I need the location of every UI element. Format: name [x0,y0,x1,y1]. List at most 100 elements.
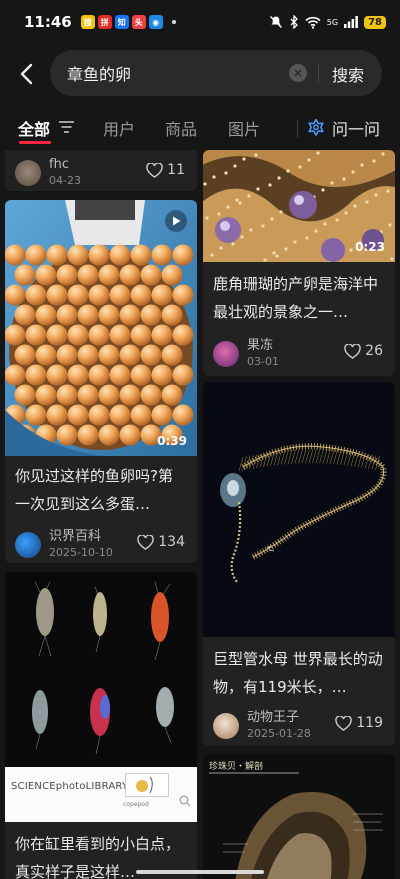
egg-mark [151,404,173,426]
polyp-mark [335,218,339,222]
egg-mark [77,384,99,406]
polyp-mark [249,228,253,232]
egg-mark [35,264,57,286]
search-header: 章鱼的卵 搜索 [0,50,400,98]
post-thumbnail: 0:23 [203,150,395,262]
post-card[interactable]: 0:23 鹿角珊瑚的产卵是海洋中最壮观的景象之一… 果冻 03-01 26 [203,150,395,376]
result-tabs: 全部 用户 商品 图片 问一问 [0,108,400,148]
polyp-mark [388,223,392,227]
polyp-mark [240,235,244,239]
tab-products[interactable]: 商品 [165,116,197,140]
more-notifications-dot [171,20,176,24]
video-duration: 0:23 [355,240,385,254]
egg-mark [119,424,141,446]
polyp-mark [390,257,394,261]
tab-all[interactable]: 全部 [18,116,50,140]
egg-mark [130,404,152,426]
egg-mark [46,324,68,346]
post-card[interactable]: fhc 04-23 11 [5,150,197,191]
egg-mark [67,284,89,306]
post-card[interactable]: SCIENCEphotoLIBRARY copepod 你在缸里看到的小白点，真… [5,572,197,879]
play-icon [172,216,180,226]
search-icon [179,795,191,807]
polyp-mark [293,240,297,244]
heart-icon [335,715,352,731]
polyp-mark [323,222,327,226]
polyp-mark [210,253,214,257]
cell-signal-icon [344,16,358,28]
egg-mark [56,344,78,366]
like-count: 11 [167,162,185,178]
filter-icon[interactable] [59,121,74,133]
like-button[interactable]: 26 [344,343,383,359]
egg-mark [88,324,110,346]
copepod-image [5,572,197,767]
search-input[interactable]: 章鱼的卵 搜索 [50,50,382,96]
polyp-mark [321,188,325,192]
egg-mark [88,244,110,266]
polyp-mark [374,193,378,197]
like-button[interactable]: 119 [335,715,383,731]
battery-indicator: 78 [364,15,386,29]
image-inset-label: copepod [123,801,149,808]
polyp-mark [360,163,364,167]
wifi-icon [305,16,321,29]
like-button[interactable]: 134 [137,534,185,550]
like-button[interactable]: 11 [146,162,185,178]
egg-mark [119,344,141,366]
egg-mark [140,344,162,366]
mute-icon [269,16,282,28]
post-author[interactable]: 动物王子 2025-01-28 [213,710,311,741]
heart-icon [137,534,154,550]
egg-mark [172,404,194,426]
heart-icon [146,162,163,178]
egg-mark [98,304,120,326]
author-name: 果冻 [247,338,274,353]
polyp-mark [212,175,216,179]
egg-mark [161,344,183,366]
polyp-mark [275,254,279,258]
egg-mark [151,364,173,386]
polyp-mark [279,210,283,214]
post-author[interactable]: fhc 04-23 [15,157,81,188]
polyp-mark [307,158,311,162]
egg-mark [109,404,131,426]
egg-mark [46,284,68,306]
egg-mark [151,284,173,306]
video-duration: 0:39 [157,434,187,448]
clear-search-button[interactable] [289,64,307,82]
tab-ask[interactable]: 问一问 [306,116,380,140]
tab-users[interactable]: 用户 [103,116,135,140]
home-indicator[interactable] [136,870,264,874]
polyp-mark [316,151,320,155]
tab-images[interactable]: 图片 [228,116,260,140]
post-thumbnail [203,382,395,637]
video-indicator [165,210,187,232]
polyp-mark [254,153,258,157]
egg-mark [25,284,47,306]
post-author[interactable]: 果冻 03-01 [213,338,279,369]
status-bar: 11:46 搜 拼 知 头 ◉ 5G 78 [0,0,400,44]
egg-mark [151,324,173,346]
post-author[interactable]: 识界百科 2025-10-10 [15,529,113,560]
post-card[interactable]: 珍珠贝・解剖 [203,754,395,879]
post-card[interactable]: 0:39 你见过这样的鱼卵吗?第一次见到这么多蛋… 识界百科 2025-10-1… [5,200,197,563]
egg-mark [56,424,78,446]
post-title: 你见过这样的鱼卵吗?第一次见到这么多蛋… [15,467,173,513]
polyp-mark [351,170,355,174]
egg-mark [130,324,152,346]
back-button[interactable] [4,52,48,96]
polyp-mark [344,211,348,215]
polyp-mark [224,171,228,175]
egg-mark [46,364,68,386]
egg-mark [161,264,183,286]
post-card[interactable]: 巨型管水母 世界最长的动物，有119米长，… 动物王子 2025-01-28 1… [203,382,395,746]
polyp-mark [277,176,281,180]
egg-mark [130,364,152,386]
egg-mark [77,264,99,286]
egg-mark [172,284,194,306]
post-title: 巨型管水母 世界最长的动物，有119米长，… [213,650,383,696]
polyp-mark [238,201,242,205]
egg-mark [14,384,36,406]
search-button[interactable]: 搜索 [332,62,364,86]
